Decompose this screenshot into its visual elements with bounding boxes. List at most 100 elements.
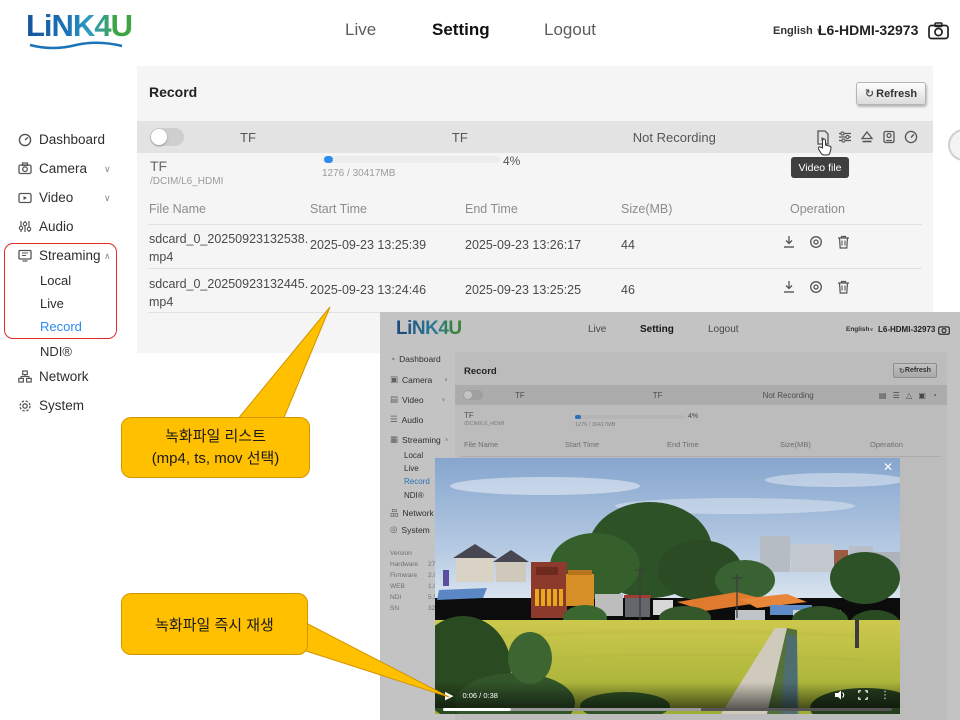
preview-eye-icon[interactable] [804,280,828,294]
sidebar-label: Video [39,190,74,205]
row-operations [777,235,856,252]
sidebar: Dashboard Camera ∨ Video ∨ Audio Streami… [0,62,126,720]
storage-usage-fill [324,156,333,163]
start-time: 2025-09-23 13:25:39 [310,238,427,252]
file-size: 44 [621,238,635,252]
storage-type-2: TF [451,129,468,145]
page-title: Record [149,84,198,100]
network-icon [18,370,32,383]
end-time: 2025-09-23 13:25:25 [465,283,582,297]
streaming-highlight-outline [4,243,117,339]
video-frame-scene [435,458,900,714]
audio-icon [18,221,32,232]
recording-status: Not Recording [632,129,716,145]
callout-text-line: (mp4, ts, mov 선택) [151,449,280,467]
video-progress-played [443,708,511,711]
eject-icon[interactable] [856,130,877,145]
top-header: LiNK4U Live Setting Logout English ∨ L6-… [0,0,960,62]
col-operation: Operation [790,202,845,216]
inset-screenshot: LiNK4U Live Setting Logout English∨ L6-H… [380,312,960,720]
video-progress-buffered [511,708,701,711]
col-end-time: End Time [465,202,518,216]
dashboard-icon [18,133,32,146]
record-toggle[interactable] [150,128,184,146]
storage-usage-text: 1276 / 30417MB [322,168,396,179]
sidebar-label: System [39,398,85,413]
refresh-icon: ↻ [864,88,875,100]
sidebar-label: Audio [39,219,74,234]
video-icon [18,192,32,203]
toggle-knob [151,129,167,145]
sidebar-item-network[interactable]: Network [18,369,89,384]
refresh-button[interactable]: ↻ Refresh [856,82,926,105]
edge-floating-button[interactable] [948,129,960,161]
storage-disk-icon[interactable] [878,130,899,145]
video-progress-bar[interactable] [443,708,892,711]
play-button[interactable]: ▶ [445,689,453,702]
end-time: 2025-09-23 13:26:17 [465,238,582,252]
sidebar-item-audio[interactable]: Audio [18,219,74,234]
table-header-row: File Name Start Time End Time Size(MB) O… [137,196,933,224]
camera-icon [18,162,32,175]
delete-trash-icon[interactable] [832,280,856,294]
logo-swoosh [29,41,123,50]
row-divider [148,224,922,225]
start-time: 2025-09-23 13:24:46 [310,283,427,297]
storage-path: /DCIM/L6_HDMI [150,176,224,187]
page: LiNK4U Live Setting Logout English ∨ L6-… [0,0,960,720]
sidebar-item-system[interactable]: System [18,398,84,413]
sidebar-label: Network [39,369,89,384]
col-file-name: File Name [149,202,206,216]
callout-text-line: 녹화파일 즉시 재생 [155,616,274,634]
close-icon[interactable]: ✕ [883,460,893,474]
storage-type-1: TF [240,129,256,145]
callout-text-line: 녹화파일 리스트 [165,427,266,445]
row-divider [148,268,922,269]
record-status-bar: TF TF Not Recording [137,121,933,153]
sidebar-label: Camera [39,161,88,176]
gear-icon [19,399,31,412]
storage-usage-percent: 4% [503,154,521,168]
storage-name: TF [150,158,168,174]
col-start-time: Start Time [310,202,367,216]
video-time: 0:06 / 0:38 [462,690,498,700]
nav-live[interactable]: Live [345,20,376,40]
row-operations [777,280,856,297]
chevron-down-icon[interactable]: ∨ [104,193,111,204]
sidebar-label: Dashboard [39,132,106,147]
snapshot-camera-icon[interactable] [928,22,949,40]
language-selector[interactable]: English ∨ [773,25,823,37]
logo: LiNK4U [26,8,133,43]
refresh-label: Refresh [876,87,918,100]
download-icon[interactable] [777,280,801,294]
language-label: English [773,25,813,37]
device-name: L6-HDMI-32973 [818,22,919,38]
col-size: Size(MB) [621,202,673,216]
video-file-tooltip: Video file [791,157,849,178]
fullscreen-icon[interactable] [858,690,868,700]
file-name: sdcard_0_20250923132538.mp4 [149,232,309,264]
video-controls-bar: ▶ 0:06 / 0:38 ⋮ [435,682,900,708]
nav-logout[interactable]: Logout [544,20,596,40]
player-menu-icon[interactable]: ⋮ [880,690,890,701]
callout-instant-play: 녹화파일 즉시 재생 [121,593,308,655]
speed-gauge-icon[interactable] [900,130,921,145]
preview-eye-icon[interactable] [804,235,828,249]
storage-usage-bar [322,156,500,163]
sidebar-item-video[interactable]: Video [18,190,73,205]
record-panel: Record ↻ Refresh TF TF Not Recording Vid… [137,66,933,353]
volume-icon[interactable] [835,690,846,700]
record-settings-icon[interactable] [834,130,855,145]
sidebar-item-dashboard[interactable]: Dashboard [18,132,105,147]
callout-file-list: 녹화파일 리스트 (mp4, ts, mov 선택) [121,417,310,478]
sidebar-item-ndi[interactable]: NDI® [40,344,72,359]
chevron-down-icon[interactable]: ∨ [104,164,111,175]
nav-setting[interactable]: Setting [432,20,490,40]
file-size: 46 [621,283,635,297]
sidebar-item-camera[interactable]: Camera [18,161,87,176]
video-player-modal: ✕ ▶ 0:06 / 0:38 ⋮ [435,458,900,714]
delete-trash-icon[interactable] [832,235,856,249]
file-name: sdcard_0_20250923132445.mp4 [149,277,309,309]
mouse-cursor-hand [817,138,832,156]
download-icon[interactable] [777,235,801,249]
